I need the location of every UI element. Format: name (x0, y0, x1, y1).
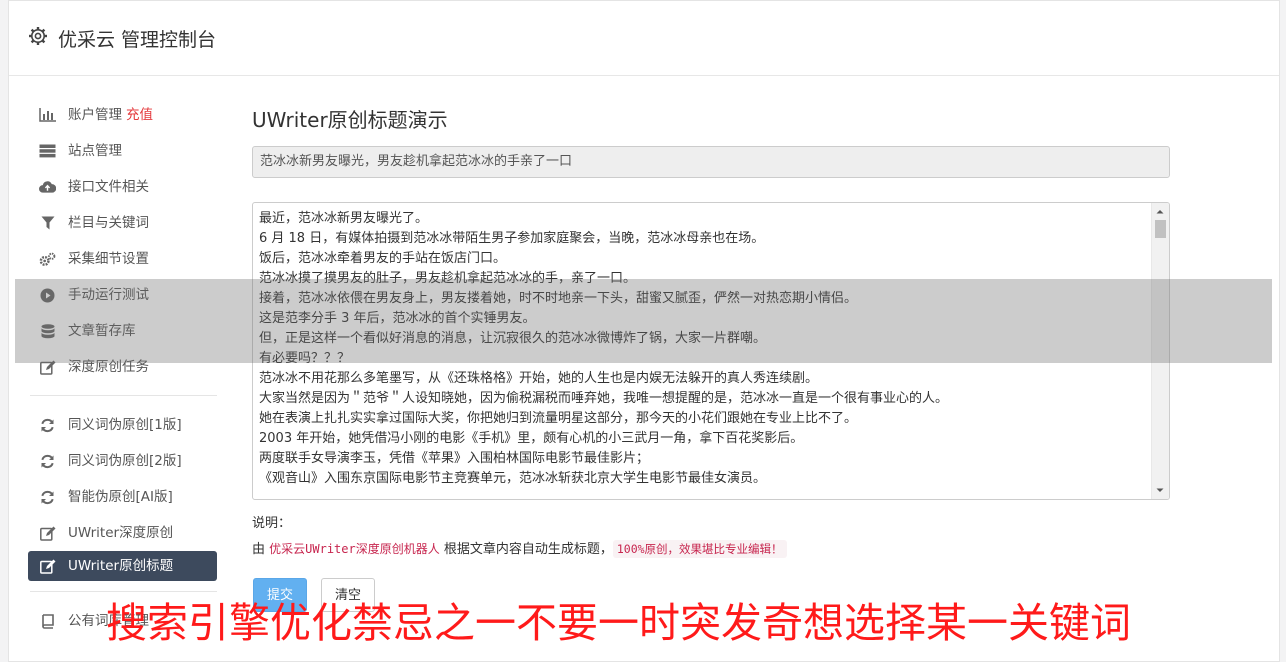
content-line: 两度联手女导演李玉，凭借《苹果》入围柏林国际电影节最佳影片； (259, 451, 650, 466)
sidebar-item-interface-files[interactable]: 接口文件相关 (28, 169, 219, 205)
cogs-icon (39, 251, 56, 267)
refresh-icon (39, 453, 56, 469)
sidebar-item-label: 站点管理 (68, 143, 122, 159)
content-line: 《观音山》入围东京国际电影节主竞赛单元，范冰冰斩获北京大学生电影节最佳女演员。 (259, 471, 767, 486)
sidebar-item-label: 接口文件相关 (68, 179, 149, 195)
sidebar-item-account[interactable]: 账户管理 充值 (28, 97, 219, 133)
header: 优采云 管理控制台 (9, 1, 1279, 76)
generated-title-field[interactable]: 范冰冰新男友曝光，男友趁机拿起范冰冰的手亲了一口 (252, 146, 1170, 178)
overlay-band (15, 279, 1272, 363)
scroll-down-icon[interactable] (1155, 485, 1165, 495)
sidebar-item-sites[interactable]: 站点管理 (28, 133, 219, 169)
sidebar-divider (30, 395, 217, 396)
edit-icon (39, 558, 56, 574)
sidebar-item-label: 账户管理 (68, 107, 122, 123)
sidebar-item-label: UWriter深度原创 (68, 525, 174, 541)
sidebar-item-label: UWriter原创标题 (68, 558, 174, 574)
sidebar-divider (30, 591, 217, 592)
scrollbar-thumb[interactable] (1155, 220, 1166, 238)
sidebar-item-label: 采集细节设置 (68, 251, 149, 267)
app-title: 优采云 管理控制台 (58, 29, 217, 51)
uwriter-robot-link[interactable]: 优采云UWriter深度原创机器人 (269, 542, 440, 556)
sidebar-item-smart-ai[interactable]: 智能伪原创[AI版] (28, 479, 219, 515)
note-label: 说明： (252, 516, 292, 531)
bar-chart-icon (39, 107, 56, 123)
recharge-link[interactable]: 充值 (126, 107, 153, 123)
sidebar-item-uwriter-deep[interactable]: UWriter深度原创 (28, 515, 219, 551)
sidebar-item-label: 同义词伪原创[2版] (68, 453, 182, 469)
sidebar-item-label: 智能伪原创[AI版] (68, 489, 173, 505)
note-prefix: 由 (252, 542, 270, 557)
book-icon (39, 613, 56, 629)
sidebar-item-synonym-v2[interactable]: 同义词伪原创[2版] (28, 443, 219, 479)
server-icon (39, 143, 56, 159)
sidebar-item-synonym-v1[interactable]: 同义词伪原创[1版] (28, 407, 219, 443)
page-title: UWriter原创标题演示 (252, 108, 448, 132)
content-line: 6 月 18 日，有媒体拍摄到范冰冰带陌生男子参加家庭聚会，当晚，范冰冰母亲也在… (259, 231, 765, 246)
content-line: 范冰冰不用花那么多笔墨写，从《还珠格格》开始，她的人生也是内娱无法躲开的真人秀连… (259, 371, 819, 386)
content-line: 最近，范冰冰新男友曝光了。 (259, 211, 429, 226)
refresh-icon (39, 489, 56, 505)
content-line: 大家当然是因为＂范爷＂人设知晓她，因为偷税漏税而唾弃她，我唯一想提醒的是，范冰冰… (259, 391, 949, 406)
sidebar: 账户管理 充值 站点管理 接口文件相关 栏目与关键词 采集细节设置 手动运行测试… (28, 97, 219, 639)
content-line: 她在表演上扎扎实实拿过国际大奖，你把她归到流量明星这部分，那今天的小花们跟她在专… (259, 411, 858, 426)
content-line: 饭后，范冰冰牵着男友的手站在饭店门口。 (259, 251, 507, 266)
sidebar-item-uwriter-title[interactable]: UWriter原创标题 (28, 551, 217, 581)
filter-icon (39, 215, 56, 231)
refresh-icon (39, 417, 56, 433)
sidebar-item-collection-settings[interactable]: 采集细节设置 (28, 241, 219, 277)
cloud-upload-icon (39, 179, 56, 195)
gear-icon (29, 27, 47, 45)
note-highlight: 100%原创，效果堪比专业编辑！ (612, 540, 787, 558)
content-line: 2003 年开始，她凭借冯小刚的电影《手机》里，颇有心机的小三武月一角，拿下百花… (259, 431, 804, 446)
sidebar-item-columns-keywords[interactable]: 栏目与关键词 (28, 205, 219, 241)
sidebar-item-label: 栏目与关键词 (68, 215, 149, 231)
scroll-up-icon[interactable] (1155, 207, 1165, 217)
edit-icon (39, 525, 56, 541)
note-text: 由 优采云UWriter深度原创机器人 根据文章内容自动生成标题， 100%原创，… (252, 538, 1172, 560)
watermark-text: 搜索引擎优化禁忌之一不要一时突发奇想选择某一关键词 (106, 599, 1131, 647)
sidebar-item-label: 同义词伪原创[1版] (68, 417, 182, 433)
note-middle: 根据文章内容自动生成标题， (439, 542, 613, 557)
